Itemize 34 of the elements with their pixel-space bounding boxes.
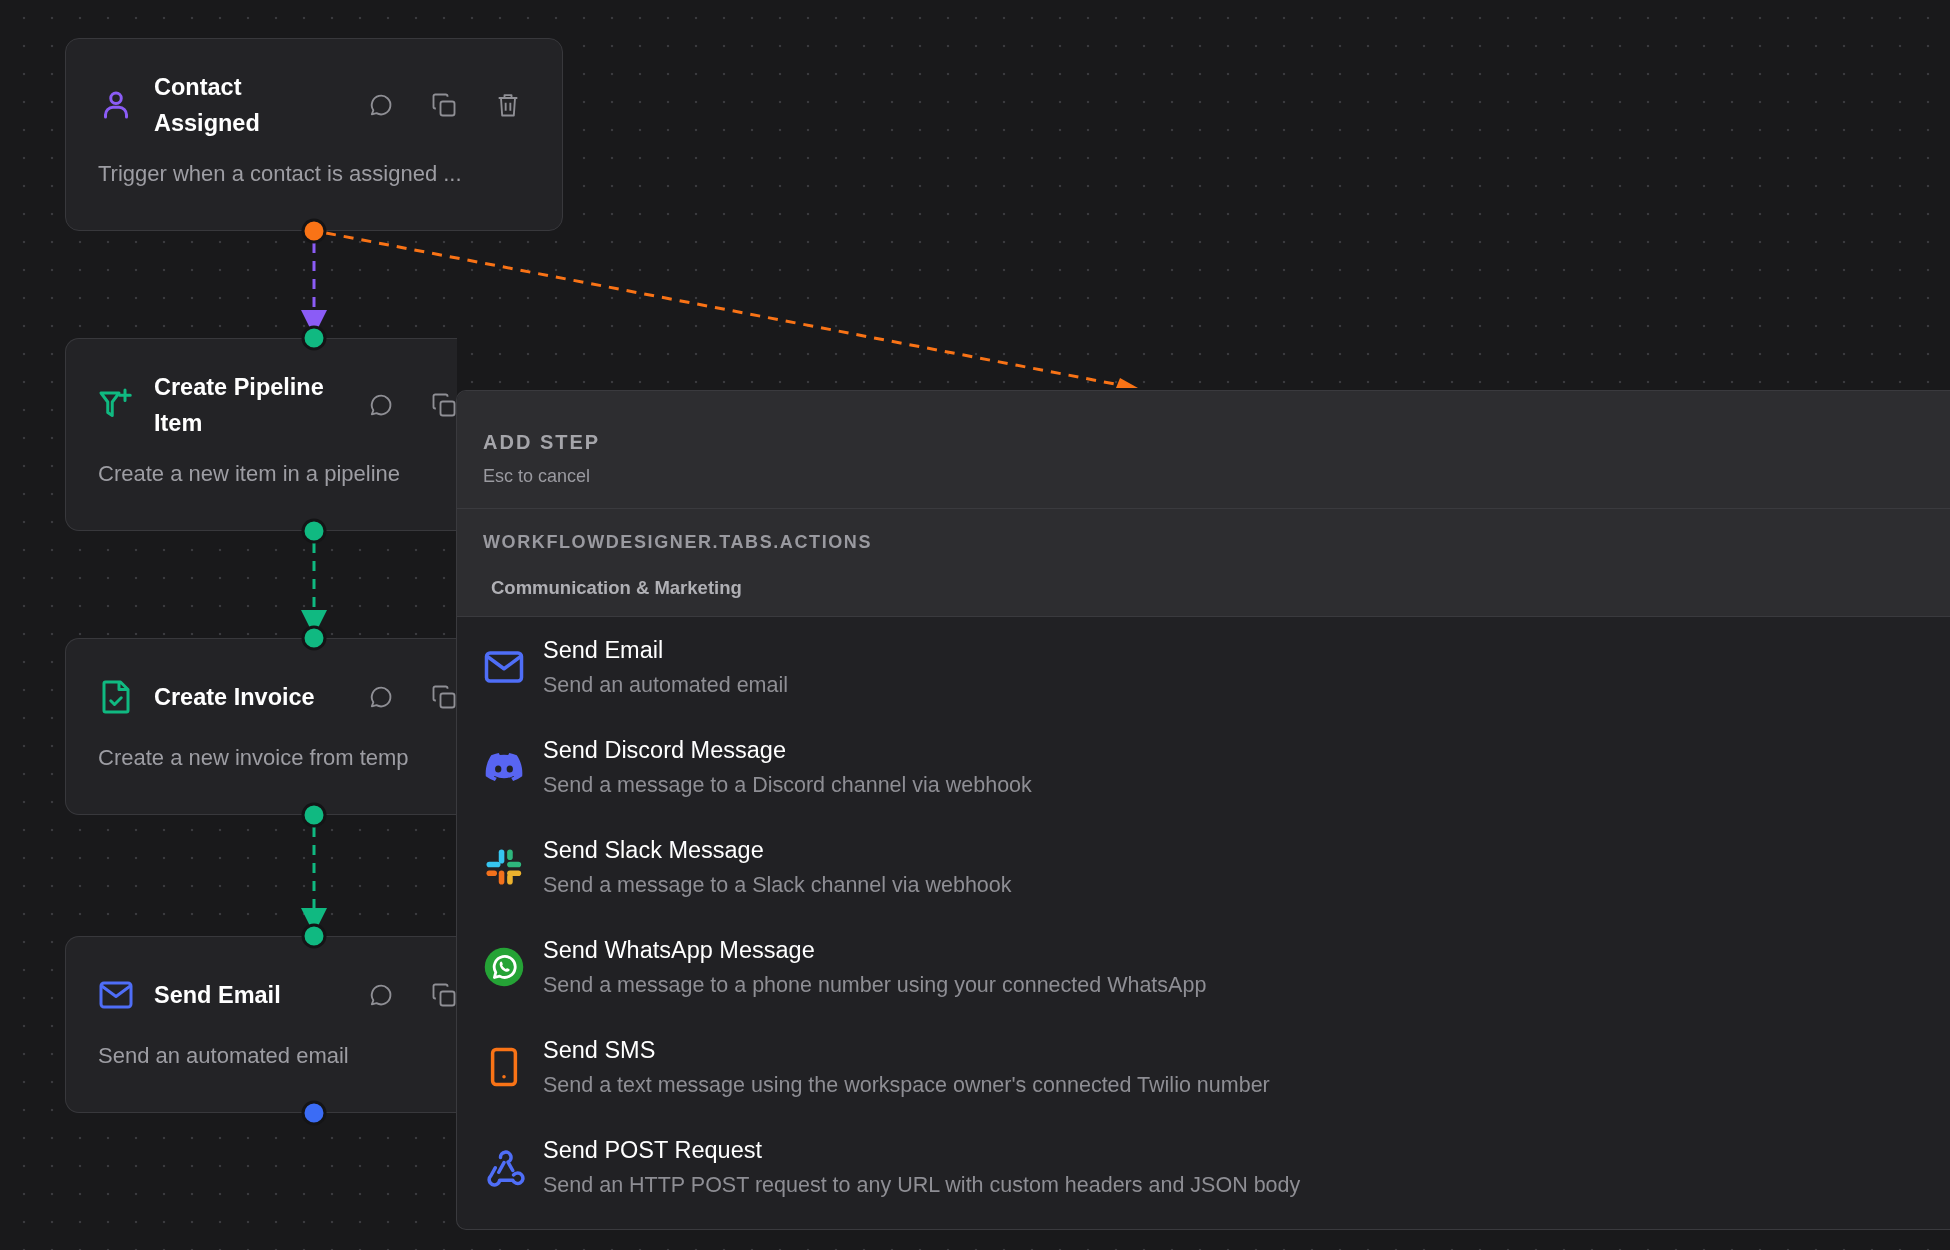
- option-description: Send a message to a Slack channel via webhook: [543, 871, 1012, 899]
- option-title: Send Discord Message: [543, 735, 787, 765]
- action-option[interactable]: Send WhatsApp Message Send a message to a phone number using your connected WhatsApp: [457, 916, 1950, 1017]
- action-option[interactable]: Send Discord Message Send a message to a Discord channel via webhook: [457, 716, 1950, 817]
- action-option[interactable]: Send POST Request Send an HTTP POST request to any URL with custom headers and JSON body: [457, 1116, 1950, 1217]
- option-title: Send SMS: [543, 1035, 657, 1065]
- section-heading: WORKFLOWDESIGNER.TABS.ACTIONS: [483, 531, 874, 554]
- option-title: Send Email: [543, 635, 665, 665]
- node-card[interactable]: Send Email Send an automated email: [65, 936, 457, 1113]
- category-heading: Communication & Marketing: [491, 576, 743, 600]
- action-option[interactable]: Send SMS Send a text message using the workspace owner's connected Twilio number: [457, 1016, 1950, 1117]
- node-card[interactable]: Contact Assigned Trigger when a contact is assigned ...: [65, 38, 563, 231]
- node-title: Create Invoice: [154, 683, 316, 712]
- node-description: Create a new item in a pipeline: [98, 460, 401, 488]
- option-description: Send an HTTP POST request to any URL with custom headers and JSON body: [543, 1171, 1301, 1199]
- option-description: Send an automated email: [543, 671, 789, 699]
- option-description: Send a message to a phone number using your connected WhatsApp: [543, 971, 1207, 999]
- menu-title: ADD STEP: [483, 430, 601, 455]
- action-option[interactable]: Send Email Send an automated email: [457, 616, 1950, 717]
- node-card[interactable]: Create Invoice Create a new invoice from temp: [65, 638, 457, 815]
- option-title: Send POST Request: [543, 1135, 764, 1165]
- node-title: Contact Assigned: [154, 73, 261, 138]
- node-description: Trigger when a contact is assigned ...: [98, 160, 462, 188]
- node-title: Create Pipeline Item: [154, 373, 325, 438]
- node-description: Send an automated email: [98, 1042, 349, 1070]
- option-description: Send a message to a Discord channel via webhook: [543, 771, 1032, 799]
- node-description: Create a new invoice from temp: [98, 744, 409, 772]
- node-card[interactable]: Create Pipeline Item Create a new item in a pipeline: [65, 338, 457, 531]
- option-title: Send Slack Message: [543, 835, 765, 865]
- node-title: Send Email: [154, 981, 282, 1010]
- action-option[interactable]: Send Slack Message Send a message to a Slack channel via webhook: [457, 816, 1950, 917]
- menu-hint: Esc to cancel: [483, 465, 592, 488]
- option-description: Send a text message using the workspace owner's connected Twilio number: [543, 1071, 1270, 1099]
- option-title: Send WhatsApp Message: [543, 935, 816, 965]
